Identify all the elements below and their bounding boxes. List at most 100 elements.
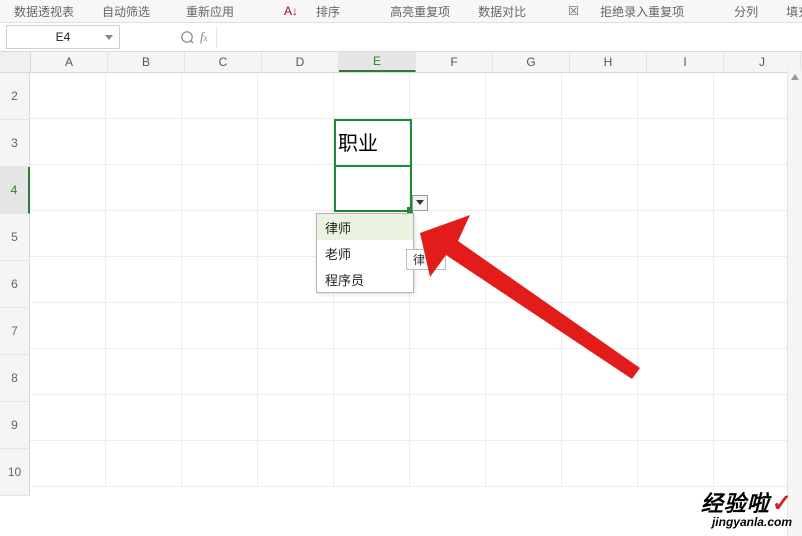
col-head-E[interactable]: E xyxy=(339,52,416,72)
ribbon-item[interactable]: 高亮重复项 xyxy=(390,3,450,20)
cell-G6[interactable] xyxy=(486,257,562,303)
fx-icon[interactable]: fx xyxy=(200,29,208,45)
cell-A5[interactable] xyxy=(30,211,106,257)
cancel-icon[interactable] xyxy=(180,30,194,44)
cell-H8[interactable] xyxy=(562,349,638,395)
cell-E4[interactable] xyxy=(334,165,410,211)
row-head-4[interactable]: 4 xyxy=(0,167,30,214)
cell-B7[interactable] xyxy=(106,303,182,349)
cell-D2[interactable] xyxy=(258,73,334,119)
cell-B3[interactable] xyxy=(106,119,182,165)
cell-B9[interactable] xyxy=(106,395,182,441)
ribbon-item[interactable]: 分列 xyxy=(734,3,758,20)
col-head-F[interactable]: F xyxy=(416,52,493,72)
row-head-2[interactable]: 2 xyxy=(0,73,30,120)
cell-J5[interactable] xyxy=(714,211,790,257)
cell-H10[interactable] xyxy=(562,441,638,487)
cell-H3[interactable] xyxy=(562,119,638,165)
cell-G7[interactable] xyxy=(486,303,562,349)
cell-B5[interactable] xyxy=(106,211,182,257)
cell-J7[interactable] xyxy=(714,303,790,349)
cell-A9[interactable] xyxy=(30,395,106,441)
cell-B10[interactable] xyxy=(106,441,182,487)
cell-E2[interactable] xyxy=(334,73,410,119)
cell-F8[interactable] xyxy=(410,349,486,395)
cell-A8[interactable] xyxy=(30,349,106,395)
cell-H9[interactable] xyxy=(562,395,638,441)
cell-G4[interactable] xyxy=(486,165,562,211)
cell-I5[interactable] xyxy=(638,211,714,257)
cell-D8[interactable] xyxy=(258,349,334,395)
cell-E3[interactable]: 职业 xyxy=(334,119,410,165)
row-head-3[interactable]: 3 xyxy=(0,120,30,167)
cell-A6[interactable] xyxy=(30,257,106,303)
cell-C3[interactable] xyxy=(182,119,258,165)
cell-D10[interactable] xyxy=(258,441,334,487)
grid[interactable]: 2 3 4 5 6 7 8 9 10 职业 xyxy=(0,73,802,536)
col-head-I[interactable]: I xyxy=(647,52,724,72)
cell-B2[interactable] xyxy=(106,73,182,119)
cell-I8[interactable] xyxy=(638,349,714,395)
cell-F3[interactable] xyxy=(410,119,486,165)
cell-C10[interactable] xyxy=(182,441,258,487)
cell-H2[interactable] xyxy=(562,73,638,119)
cell-I9[interactable] xyxy=(638,395,714,441)
cell-G8[interactable] xyxy=(486,349,562,395)
row-head-6[interactable]: 6 xyxy=(0,261,30,308)
dropdown-item[interactable]: 老师 xyxy=(317,240,413,266)
formula-input[interactable] xyxy=(216,26,802,48)
cell-I7[interactable] xyxy=(638,303,714,349)
cell-A4[interactable] xyxy=(30,165,106,211)
ribbon-item[interactable]: A↓排序 xyxy=(270,3,354,20)
row-head-9[interactable]: 9 xyxy=(0,402,30,449)
cell-E8[interactable] xyxy=(334,349,410,395)
name-box[interactable]: E4 xyxy=(6,25,120,49)
cell-G3[interactable] xyxy=(486,119,562,165)
ribbon-item[interactable]: 重新应用 xyxy=(186,3,234,20)
col-head-B[interactable]: B xyxy=(108,52,185,72)
ribbon-item[interactable]: 数据对比 xyxy=(478,3,526,20)
select-all-corner[interactable] xyxy=(0,52,31,72)
cell-J2[interactable] xyxy=(714,73,790,119)
cell-A10[interactable] xyxy=(30,441,106,487)
cell-I6[interactable] xyxy=(638,257,714,303)
vertical-scrollbar[interactable] xyxy=(787,70,802,536)
col-head-D[interactable]: D xyxy=(262,52,339,72)
cell-B4[interactable] xyxy=(106,165,182,211)
cell-J8[interactable] xyxy=(714,349,790,395)
cell-C6[interactable] xyxy=(182,257,258,303)
cell-A7[interactable] xyxy=(30,303,106,349)
cell-G5[interactable] xyxy=(486,211,562,257)
cell-H5[interactable] xyxy=(562,211,638,257)
cell-J10[interactable] xyxy=(714,441,790,487)
cell-G10[interactable] xyxy=(486,441,562,487)
col-head-H[interactable]: H xyxy=(570,52,647,72)
dropdown-item[interactable]: 程序员 xyxy=(317,266,413,292)
cell-G9[interactable] xyxy=(486,395,562,441)
cell-H7[interactable] xyxy=(562,303,638,349)
cell-D4[interactable] xyxy=(258,165,334,211)
cell-I2[interactable] xyxy=(638,73,714,119)
cell-A3[interactable] xyxy=(30,119,106,165)
cell-H6[interactable] xyxy=(562,257,638,303)
cell-J4[interactable] xyxy=(714,165,790,211)
cell-F10[interactable] xyxy=(410,441,486,487)
cell-C7[interactable] xyxy=(182,303,258,349)
cell-J9[interactable] xyxy=(714,395,790,441)
cell-E7[interactable] xyxy=(334,303,410,349)
cell-C9[interactable] xyxy=(182,395,258,441)
cell-dropdown-button[interactable] xyxy=(412,195,428,211)
cell-F7[interactable] xyxy=(410,303,486,349)
cell-G2[interactable] xyxy=(486,73,562,119)
ribbon-item[interactable]: 数据透视表 xyxy=(14,3,74,20)
cell-A2[interactable] xyxy=(30,73,106,119)
cell-C2[interactable] xyxy=(182,73,258,119)
row-head-10[interactable]: 10 xyxy=(0,449,30,496)
cell-D9[interactable] xyxy=(258,395,334,441)
cell-D3[interactable] xyxy=(258,119,334,165)
cell-D7[interactable] xyxy=(258,303,334,349)
dropdown-list[interactable]: 律师 老师 程序员 xyxy=(316,213,414,293)
col-head-C[interactable]: C xyxy=(185,52,262,72)
cell-B8[interactable] xyxy=(106,349,182,395)
cell-J6[interactable] xyxy=(714,257,790,303)
